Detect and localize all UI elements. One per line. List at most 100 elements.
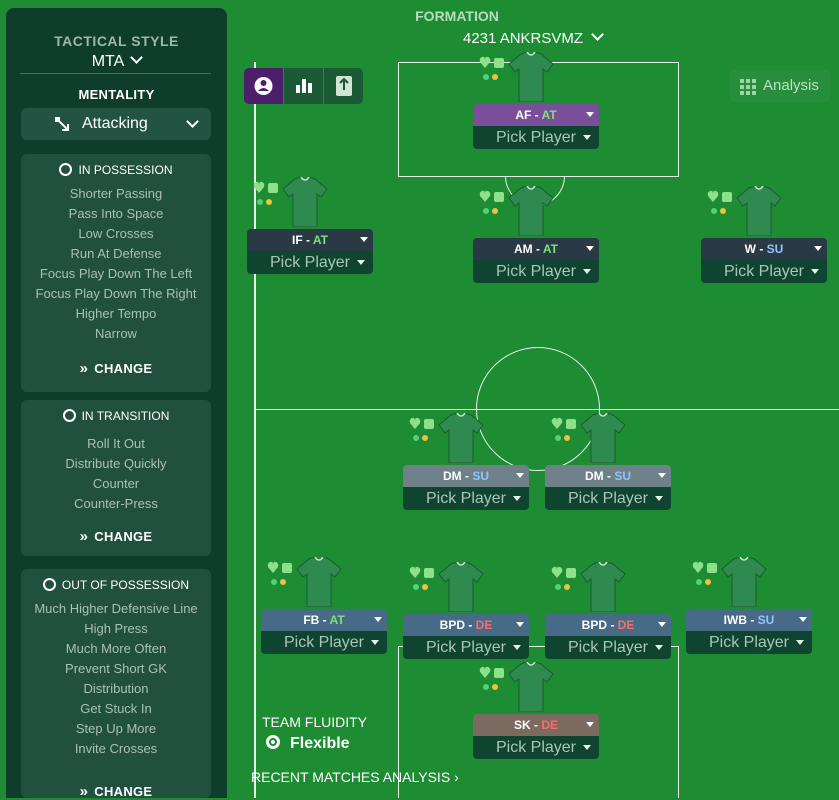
info-view-button[interactable] [324, 68, 363, 104]
pick-player-select[interactable]: Pick Player [473, 736, 599, 759]
status-dot [413, 435, 419, 441]
player-slot[interactable]: BPD - DE Pick Player [545, 562, 671, 659]
player-slot[interactable]: IF - AT Pick Player [247, 177, 373, 274]
status-dot [555, 584, 561, 590]
status-dots [257, 199, 287, 207]
pick-player-select[interactable]: Pick Player [247, 251, 373, 274]
condition-icons [479, 666, 504, 678]
status-dot [483, 74, 489, 80]
defense-icon [42, 578, 56, 592]
duty-label: AT [312, 233, 328, 247]
status-dot [720, 208, 726, 214]
tactical-style-select[interactable]: MTA [6, 51, 227, 71]
change-label: CHANGE [94, 361, 153, 376]
pick-player-select[interactable]: Pick Player [403, 487, 529, 510]
pick-player-label: Pick Player [269, 254, 351, 271]
grid-icon [740, 79, 756, 95]
role-label: FB [303, 613, 320, 627]
player-slot[interactable]: FB - AT Pick Player [261, 557, 387, 654]
pick-player-select[interactable]: Pick Player [261, 631, 387, 654]
in-possession-change-button[interactable]: » CHANGE [21, 360, 211, 377]
pick-player-label: Pick Player [495, 129, 577, 146]
status-dot [555, 435, 561, 441]
pick-player-select[interactable]: Pick Player [686, 631, 812, 654]
pitch-line [254, 62, 256, 798]
status-dot [271, 579, 277, 585]
transition-icon [62, 409, 76, 423]
duty-label: SU [757, 613, 775, 627]
recent-matches-label: RECENT MATCHES ANALYSIS [251, 769, 451, 785]
status-dot [492, 74, 498, 80]
out-of-possession-change-button[interactable]: » CHANGE [21, 783, 211, 800]
divider [20, 73, 211, 74]
role-select[interactable]: IF - AT [247, 229, 373, 251]
role-select[interactable]: W - SU [701, 238, 827, 260]
formation-title: FORMATION [415, 8, 499, 24]
pick-player-select[interactable]: Pick Player [473, 126, 599, 149]
status-dot [483, 684, 489, 690]
status-dots [555, 584, 585, 592]
instruction-item: Much More Often [65, 641, 167, 656]
role-select[interactable]: IWB - SU [686, 609, 812, 631]
out-of-possession-list: Much Higher Defensive Line High Press Mu… [21, 599, 211, 759]
change-label: CHANGE [94, 784, 153, 799]
player-slot[interactable]: DM - SU Pick Player [403, 413, 529, 510]
role-select[interactable]: DM - SU [545, 465, 671, 487]
pick-player-select[interactable]: Pick Player [403, 636, 529, 659]
condition-icons [267, 561, 292, 573]
player-slot[interactable]: SK - DE Pick Player [473, 662, 599, 759]
role-select[interactable]: FB - AT [261, 609, 387, 631]
role-select[interactable]: AM - AT [473, 238, 599, 260]
dropdown-icon [583, 135, 591, 140]
pick-player-select[interactable]: Pick Player [473, 260, 599, 283]
ball-icon [59, 163, 73, 177]
player-slot[interactable]: DM - SU Pick Player [545, 413, 671, 510]
dropdown-icon [516, 622, 524, 627]
player-slot[interactable]: AF - AT Pick Player [473, 52, 599, 149]
status-dots [555, 435, 585, 443]
in-transition-change-button[interactable]: » CHANGE [21, 528, 211, 545]
dropdown-icon [374, 617, 382, 622]
formation-select[interactable]: 4231 ANKRSVMZ [463, 28, 604, 47]
duty-label: AT [329, 613, 345, 627]
status-dots [413, 584, 443, 592]
player-view-button[interactable] [244, 68, 283, 104]
player-slot[interactable]: IWB - SU Pick Player [686, 557, 812, 654]
pick-player-select[interactable]: Pick Player [545, 487, 671, 510]
stats-view-button[interactable] [284, 68, 323, 104]
role-label: AF [515, 108, 532, 122]
status-dot [564, 435, 570, 441]
duty-label: SU [766, 242, 784, 256]
role-select[interactable]: BPD - DE [545, 614, 671, 636]
pick-player-select[interactable]: Pick Player [701, 260, 827, 283]
change-label: CHANGE [94, 529, 153, 544]
dropdown-icon [586, 722, 594, 727]
role-label: DM [442, 469, 462, 483]
pick-player-label: Pick Player [425, 639, 507, 656]
player-slot[interactable]: W - SU Pick Player [701, 186, 827, 283]
mentality-select[interactable]: Attacking [21, 108, 211, 140]
dropdown-icon [799, 617, 807, 622]
role-select[interactable]: BPD - DE [403, 614, 529, 636]
double-chevron-right-icon: » [79, 783, 89, 800]
duty-label: SU [472, 469, 489, 483]
instruction-item: Shorter Passing [69, 186, 163, 201]
role-select[interactable]: DM - SU [403, 465, 529, 487]
player-slot[interactable]: BPD - DE Pick Player [403, 562, 529, 659]
instruction-item: Narrow [95, 326, 137, 341]
player-slot[interactable]: AM - AT Pick Player [473, 186, 599, 283]
duty-label: DE [475, 618, 493, 632]
status-dot [422, 584, 428, 590]
attacking-arrow-icon [55, 117, 69, 131]
tactic-board-icon [336, 76, 352, 96]
dropdown-icon [658, 473, 666, 478]
duty-label: AT [541, 108, 557, 122]
dropdown-icon [583, 745, 591, 750]
instruction-item: Invite Crosses [74, 741, 158, 756]
analysis-button[interactable]: Analysis [730, 70, 830, 102]
recent-matches-analysis-link[interactable]: RECENT MATCHES ANALYSIS › [251, 769, 459, 785]
pick-player-select[interactable]: Pick Player [545, 636, 671, 659]
tactical-style-title: TACTICAL STYLE [54, 33, 179, 49]
role-select[interactable]: AF - AT [473, 104, 599, 126]
role-select[interactable]: SK - DE [473, 714, 599, 736]
